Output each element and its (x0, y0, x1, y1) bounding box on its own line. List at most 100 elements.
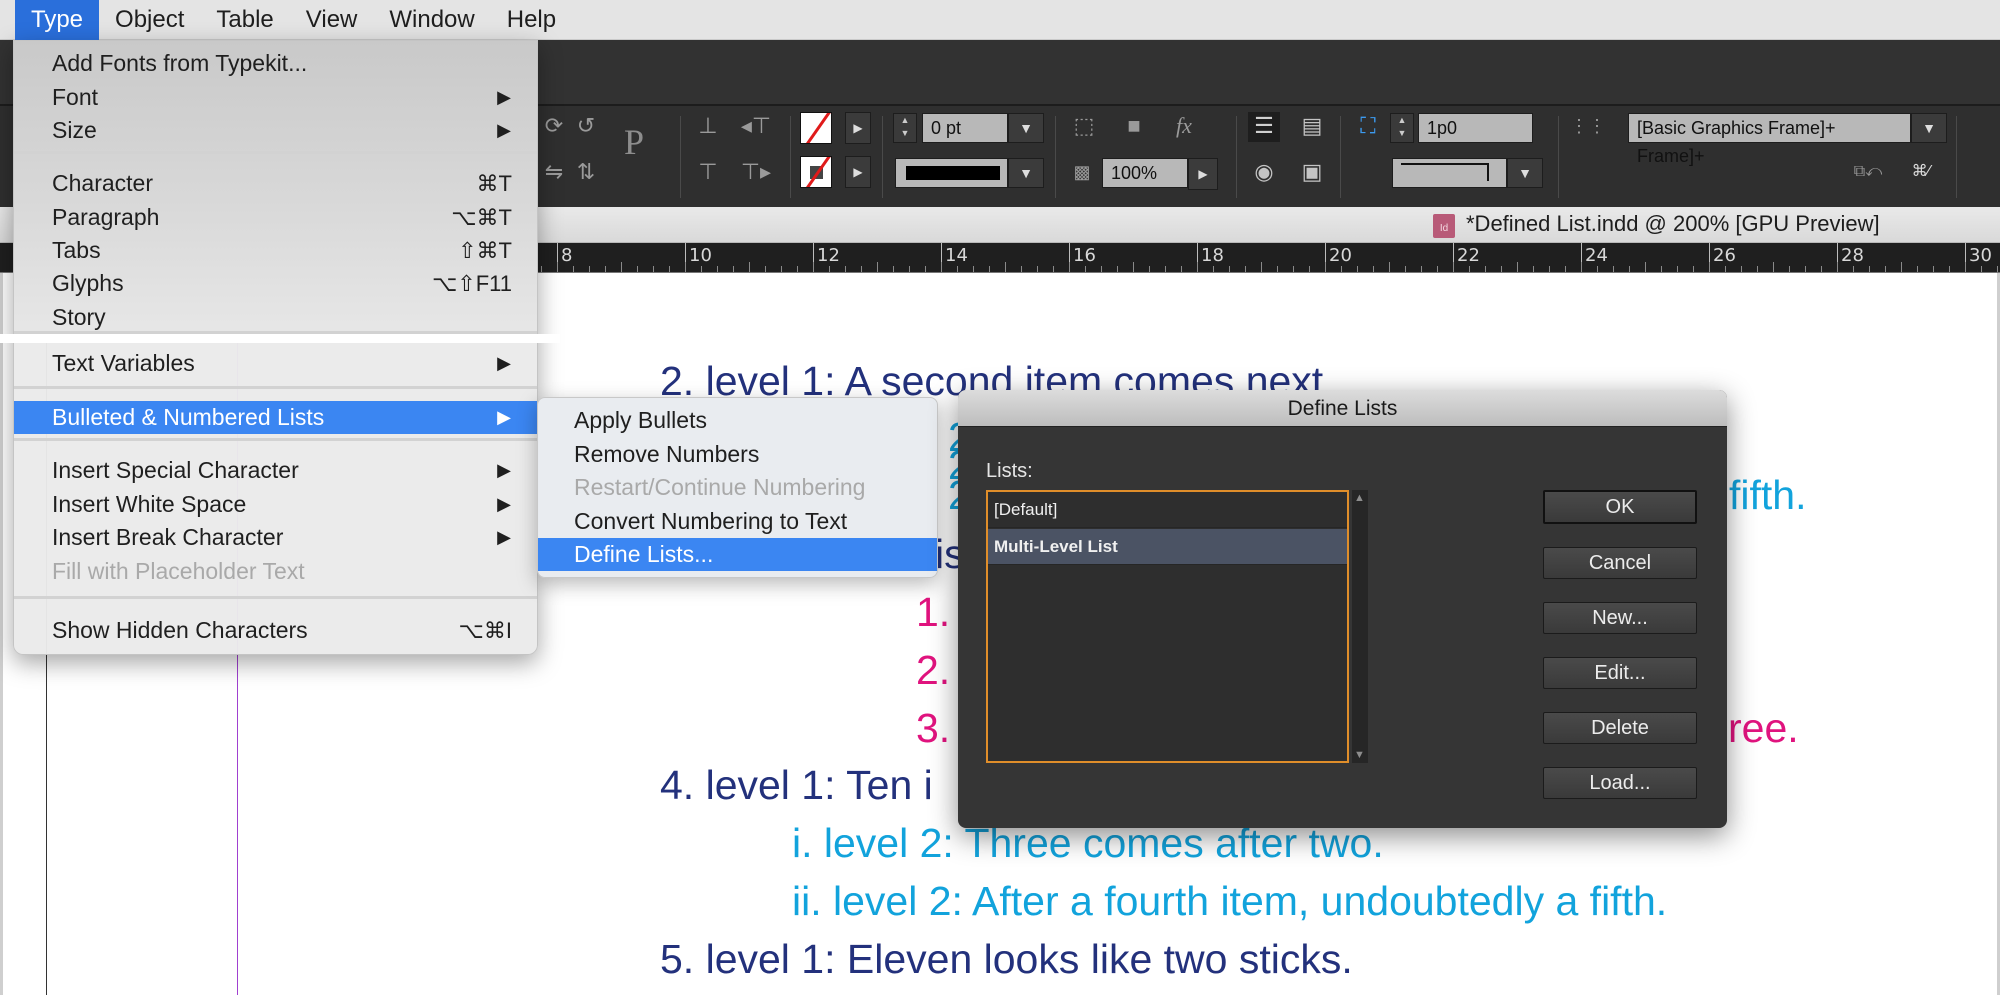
menu-item-show-hidden-characters[interactable]: Show Hidden Characters ⌥⌘I (14, 614, 537, 647)
object-style-field-bg[interactable]: [Basic Graphics Frame]+ (1628, 113, 1911, 143)
ruler-minor-tick (1117, 266, 1118, 272)
stroke-swatch-none[interactable] (800, 156, 832, 188)
lists-scrollbar[interactable]: ▲ ▼ (1352, 490, 1368, 763)
ruler-minor-tick (1421, 266, 1422, 272)
ruler-label: 26 (1713, 245, 1736, 266)
ruler-label: 16 (1073, 245, 1096, 266)
menu-item-label: Bulleted & Numbered Lists (52, 404, 325, 430)
fill-swatch-none[interactable] (800, 112, 832, 144)
list-number-level3: 2. (916, 647, 951, 693)
flip-horizontal-icon[interactable]: ⇋ (538, 158, 570, 188)
edit-button[interactable]: Edit... (1543, 657, 1697, 689)
menu-item-bulleted-numbered-lists[interactable]: Bulleted & Numbered Lists ▶ (14, 401, 537, 434)
ruler-minor-tick (1293, 266, 1294, 272)
select-content-icon[interactable]: ⊤ (692, 158, 724, 188)
list-item-default[interactable]: [Default] (988, 492, 1347, 528)
drop-shadow-icon[interactable]: ■ (1118, 112, 1150, 142)
clear-non-defined-overrides-icon[interactable]: ⌘⁄ (1905, 158, 1937, 188)
menu-type[interactable]: Type (15, 0, 100, 40)
ok-button[interactable]: OK (1543, 490, 1697, 524)
ruler-minor-tick (957, 266, 958, 272)
ruler-minor-tick (973, 266, 974, 272)
object-style-dropdown[interactable]: ▼ (1911, 113, 1947, 143)
menu-item-size[interactable]: Size ▶ (14, 114, 537, 147)
wrap-contour-dropdown[interactable]: ▼ (1507, 158, 1543, 188)
ruler-minor-tick (1341, 266, 1342, 272)
ruler-minor-tick (1389, 262, 1390, 272)
wrap-contour-field[interactable] (1392, 158, 1507, 188)
corner-options-icon[interactable]: ⬚ (1068, 112, 1100, 142)
menu-separator (14, 386, 537, 389)
stroke-type-dropdown[interactable]: ▼ (1008, 158, 1044, 188)
list-line-level1[interactable]: 5. level 1: Eleven looks like two sticks… (660, 934, 1353, 984)
wrap-bounding-box-icon[interactable]: ▤ (1296, 112, 1328, 142)
menu-item-insert-break-character[interactable]: Insert Break Character ▶ (14, 521, 537, 554)
no-text-wrap-icon[interactable]: ☰ (1248, 112, 1280, 142)
stroke-weight-field[interactable]: 0 pt (922, 113, 1008, 143)
ruler-label: 14 (945, 245, 968, 266)
submenu-item-convert-numbering-to-text[interactable]: Convert Numbering to Text (538, 505, 937, 538)
clear-overrides-icon[interactable]: ⧉↶ (1852, 158, 1884, 188)
effects-fx-icon[interactable]: fx (1168, 112, 1200, 142)
menu-item-insert-special-character[interactable]: Insert Special Character ▶ (14, 454, 537, 487)
list-line-level1[interactable]: 4. level 1: Ten i (660, 760, 933, 810)
stroke-weight-stepper[interactable]: ▲ ▼ (893, 113, 917, 143)
new-button[interactable]: New... (1543, 602, 1697, 634)
menu-table[interactable]: Table (200, 0, 289, 40)
menu-item-font[interactable]: Font ▶ (14, 81, 537, 114)
submenu-item-define-lists[interactable]: Define Lists... (538, 538, 937, 571)
menu-item-character[interactable]: Character ⌘T (14, 167, 537, 200)
menu-help[interactable]: Help (491, 0, 572, 40)
rotate-cw-icon[interactable]: ⟳ (538, 112, 570, 142)
menu-item-label: Add Fonts from Typekit... (52, 50, 308, 76)
stroke-weight-dropdown[interactable]: ▼ (1008, 113, 1044, 143)
rotate-ccw-icon[interactable]: ↺ (570, 112, 602, 142)
menu-window[interactable]: Window (373, 0, 490, 40)
delete-button[interactable]: Delete (1543, 712, 1697, 744)
ruler-minor-tick (1613, 266, 1614, 272)
list-line-level3-fragment[interactable]: ree. (1728, 703, 1799, 753)
opacity-field[interactable]: 100% (1102, 158, 1188, 188)
wrap-offset-field[interactable]: 1p0 (1418, 113, 1533, 143)
ruler-label: 24 (1585, 245, 1608, 266)
list-item-multi-level[interactable]: Multi-Level List (988, 529, 1347, 565)
submenu-item-remove-numbers[interactable]: Remove Numbers (538, 438, 937, 471)
list-line-level2[interactable]: ii. level 2: After a fourth item, undoub… (792, 876, 1667, 926)
lists-listbox[interactable]: [Default] Multi-Level List (986, 490, 1349, 763)
menu-item-glyphs[interactable]: Glyphs ⌥⇧F11 (14, 267, 537, 300)
select-container-icon[interactable]: ⊥ (692, 112, 724, 142)
wrap-object-shape-icon[interactable]: ◉ (1248, 158, 1280, 188)
menu-object[interactable]: Object (99, 0, 200, 40)
select-next-object-icon[interactable]: ⊤▸ (740, 158, 772, 188)
scroll-down-arrow-icon[interactable]: ▼ (1354, 749, 1365, 761)
ruler-minor-tick (1581, 262, 1582, 272)
reference-point-p-icon[interactable]: P (618, 124, 650, 160)
select-previous-object-icon[interactable]: ◂⊤ (740, 112, 772, 142)
cancel-button[interactable]: Cancel (1543, 547, 1697, 579)
scroll-up-arrow-icon[interactable]: ▲ (1354, 492, 1365, 504)
fill-swatch-menu-button[interactable]: ▶ (845, 112, 871, 144)
wrap-offset-stepper[interactable]: ▲ ▼ (1390, 113, 1414, 143)
ruler-minor-tick (1357, 266, 1358, 272)
list-number-level3: 3. (916, 705, 951, 751)
document-tab-title[interactable]: *Defined List.indd @ 200% [GPU Preview] (1466, 211, 1880, 237)
stroke-type-field[interactable] (895, 158, 1008, 188)
menu-item-tabs[interactable]: Tabs ⇧⌘T (14, 234, 537, 267)
stroke-swatch-menu-button[interactable]: ▶ (845, 156, 871, 188)
menu-item-add-fonts-from-typekit[interactable]: Add Fonts from Typekit... (14, 47, 537, 80)
toolbar-divider (680, 116, 681, 198)
submenu-item-apply-bullets[interactable]: Apply Bullets (538, 404, 937, 437)
ruler-minor-tick (1741, 266, 1742, 272)
dialog-title[interactable]: Define Lists (958, 390, 1727, 427)
menu-item-text-variables[interactable]: Text Variables ▶ (14, 347, 537, 380)
jump-object-icon[interactable]: ▣ (1296, 158, 1328, 188)
menu-item-story[interactable]: Story (14, 301, 537, 334)
list-number-level3: 1. (916, 589, 951, 635)
menu-view[interactable]: View (290, 0, 374, 40)
flip-vertical-icon[interactable]: ⇅ (570, 158, 602, 188)
opacity-menu-button[interactable]: ▶ (1188, 158, 1218, 190)
menu-item-insert-white-space[interactable]: Insert White Space ▶ (14, 488, 537, 521)
menu-item-paragraph[interactable]: Paragraph ⌥⌘T (14, 201, 537, 234)
list-line-level2-fragment[interactable]: fifth. (1729, 470, 1806, 520)
load-button[interactable]: Load... (1543, 767, 1697, 799)
